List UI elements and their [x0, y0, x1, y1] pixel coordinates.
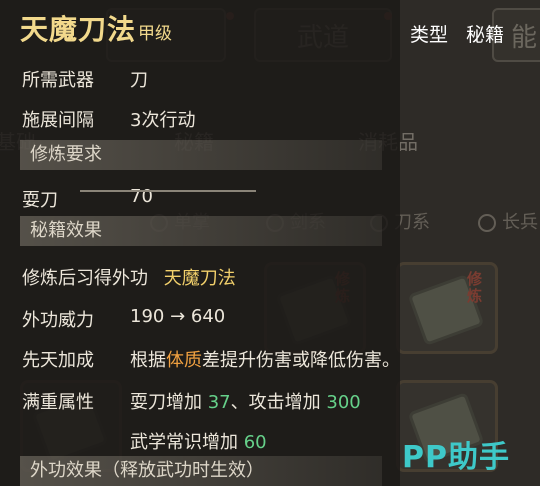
- full-attr-label: 满重属性: [22, 392, 94, 413]
- learn-row: 修炼后习得外功 天魔刀法: [22, 264, 236, 290]
- bg-item-slot[interactable]: 修炼: [396, 262, 498, 354]
- bonus-value: 根据体质差提升伤害或降低伤害。: [130, 350, 400, 371]
- full-attr-value: 耍刀增加 37、攻击增加 300: [130, 392, 361, 413]
- bg-filter-polearm[interactable]: 长兵: [478, 208, 538, 234]
- full-attr-val-1: 37: [207, 392, 231, 413]
- power-value: 190 → 640: [130, 306, 226, 327]
- learn-value: 天魔刀法: [163, 268, 236, 289]
- train-stat-label: 耍刀: [22, 190, 58, 211]
- type-value: 秘籍: [466, 24, 505, 46]
- bonus-label: 先天加成: [22, 350, 94, 371]
- skill-tooltip: 天魔刀法 甲级 所需武器 刀 施展间隔 3次行动 修炼要求 耍刀 70 秘籍效果 …: [0, 0, 400, 486]
- power-row: 外功威力 190 → 640: [22, 306, 225, 332]
- interval-value: 3次行动: [130, 110, 196, 131]
- full-attr-row: 满重属性 耍刀增加 37、攻击增加 300: [22, 388, 361, 414]
- section-outer-effect: 外功效果（释放武功时生效）: [20, 456, 382, 486]
- section-effects: 秘籍效果: [20, 216, 382, 246]
- slot-tag: 修炼: [467, 270, 483, 305]
- skill-name: 天魔刀法: [20, 13, 137, 46]
- power-label: 外功威力: [22, 310, 94, 331]
- full-attr-val-3: 60: [243, 432, 267, 453]
- train-stat-divider: [80, 190, 256, 192]
- full-attr-val-2: 300: [326, 392, 361, 413]
- train-stat-row: 耍刀 70: [22, 186, 153, 212]
- weapon-value: 刀: [130, 70, 148, 91]
- interval-label: 施展间隔: [22, 110, 94, 131]
- full-attr-value-2: 武学常识增加 60: [130, 432, 267, 453]
- watermark-logo: PP助手: [402, 440, 510, 475]
- skill-grade: 甲级: [138, 24, 173, 44]
- type-label: 类型: [410, 24, 449, 46]
- learn-label: 修炼后习得外功: [22, 268, 148, 289]
- radio-icon: [478, 214, 496, 232]
- bonus-row: 先天加成 根据体质差提升伤害或降低伤害。: [22, 346, 400, 372]
- skill-title: 天魔刀法 甲级: [20, 8, 172, 48]
- weapon-label: 所需武器: [22, 70, 94, 91]
- weapon-row: 所需武器 刀: [22, 66, 148, 92]
- interval-row: 施展间隔 3次行动: [22, 106, 195, 132]
- bonus-attr: 体质: [166, 350, 202, 371]
- section-train-requirement: 修炼要求: [20, 140, 382, 170]
